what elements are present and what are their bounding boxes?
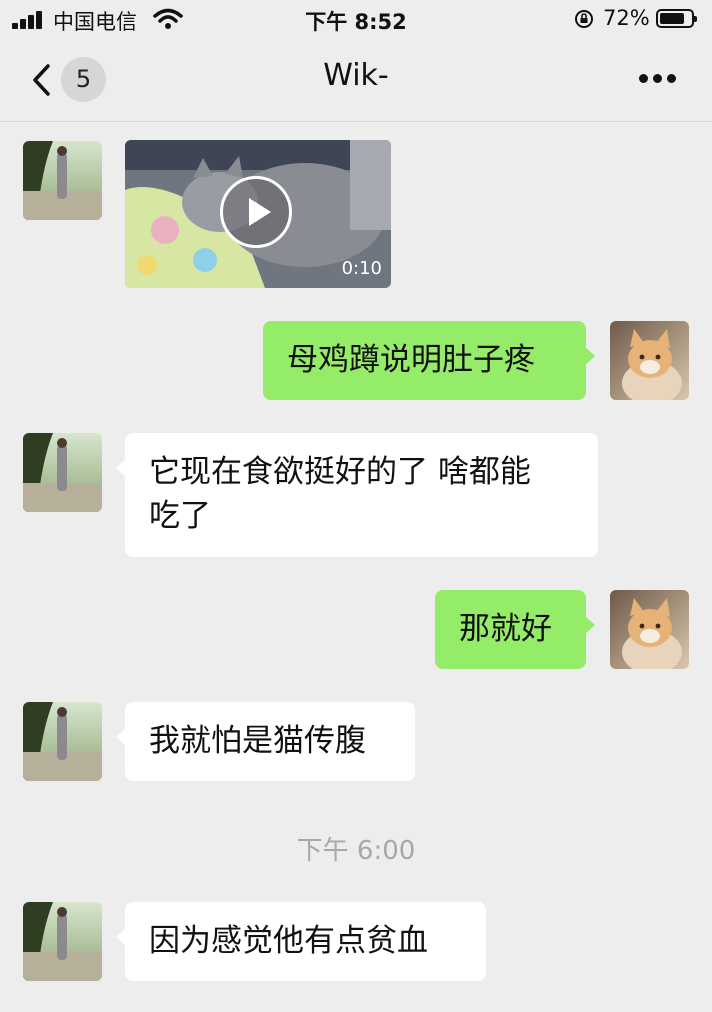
- outgoing-message[interactable]: 那就好: [435, 590, 595, 669]
- video-duration: 0:10: [341, 258, 382, 279]
- play-icon[interactable]: [220, 176, 292, 248]
- incoming-message[interactable]: 我就怕是猫传腹: [116, 702, 415, 781]
- battery-percentage: 72%: [603, 6, 650, 30]
- contact-avatar[interactable]: [23, 902, 102, 981]
- incoming-message[interactable]: 它现在食欲挺好的了 啥都能 吃了: [116, 433, 598, 557]
- contact-avatar[interactable]: [23, 702, 102, 781]
- more-options-icon[interactable]: [637, 74, 679, 84]
- orientation-lock-icon: [575, 10, 593, 28]
- message-text-line-2: 吃了: [149, 498, 211, 534]
- chat-header: 5 Wik-: [0, 40, 712, 122]
- contact-avatar[interactable]: [23, 433, 102, 512]
- message-text: 那就好: [459, 611, 552, 647]
- battery-icon: [656, 9, 697, 28]
- incoming-message[interactable]: 因为感觉他有点贫血: [116, 902, 486, 981]
- outgoing-message[interactable]: 母鸡蹲说明肚子疼: [263, 321, 595, 400]
- message-text: 因为感觉他有点贫血: [149, 923, 428, 959]
- contact-avatar[interactable]: [23, 141, 102, 220]
- message-text-line-1: 它现在食欲挺好的了 啥都能: [149, 454, 531, 490]
- my-avatar[interactable]: [610, 321, 689, 400]
- status-bar: 中国电信 下午 8:52 72%: [0, 0, 712, 40]
- my-avatar[interactable]: [610, 590, 689, 669]
- message-text: 母鸡蹲说明肚子疼: [287, 342, 535, 378]
- video-message[interactable]: 0:10: [125, 140, 391, 288]
- chat-title: Wik-: [323, 58, 389, 93]
- message-text: 我就怕是猫传腹: [149, 723, 366, 759]
- chat-timestamp: 下午 6:00: [296, 836, 416, 866]
